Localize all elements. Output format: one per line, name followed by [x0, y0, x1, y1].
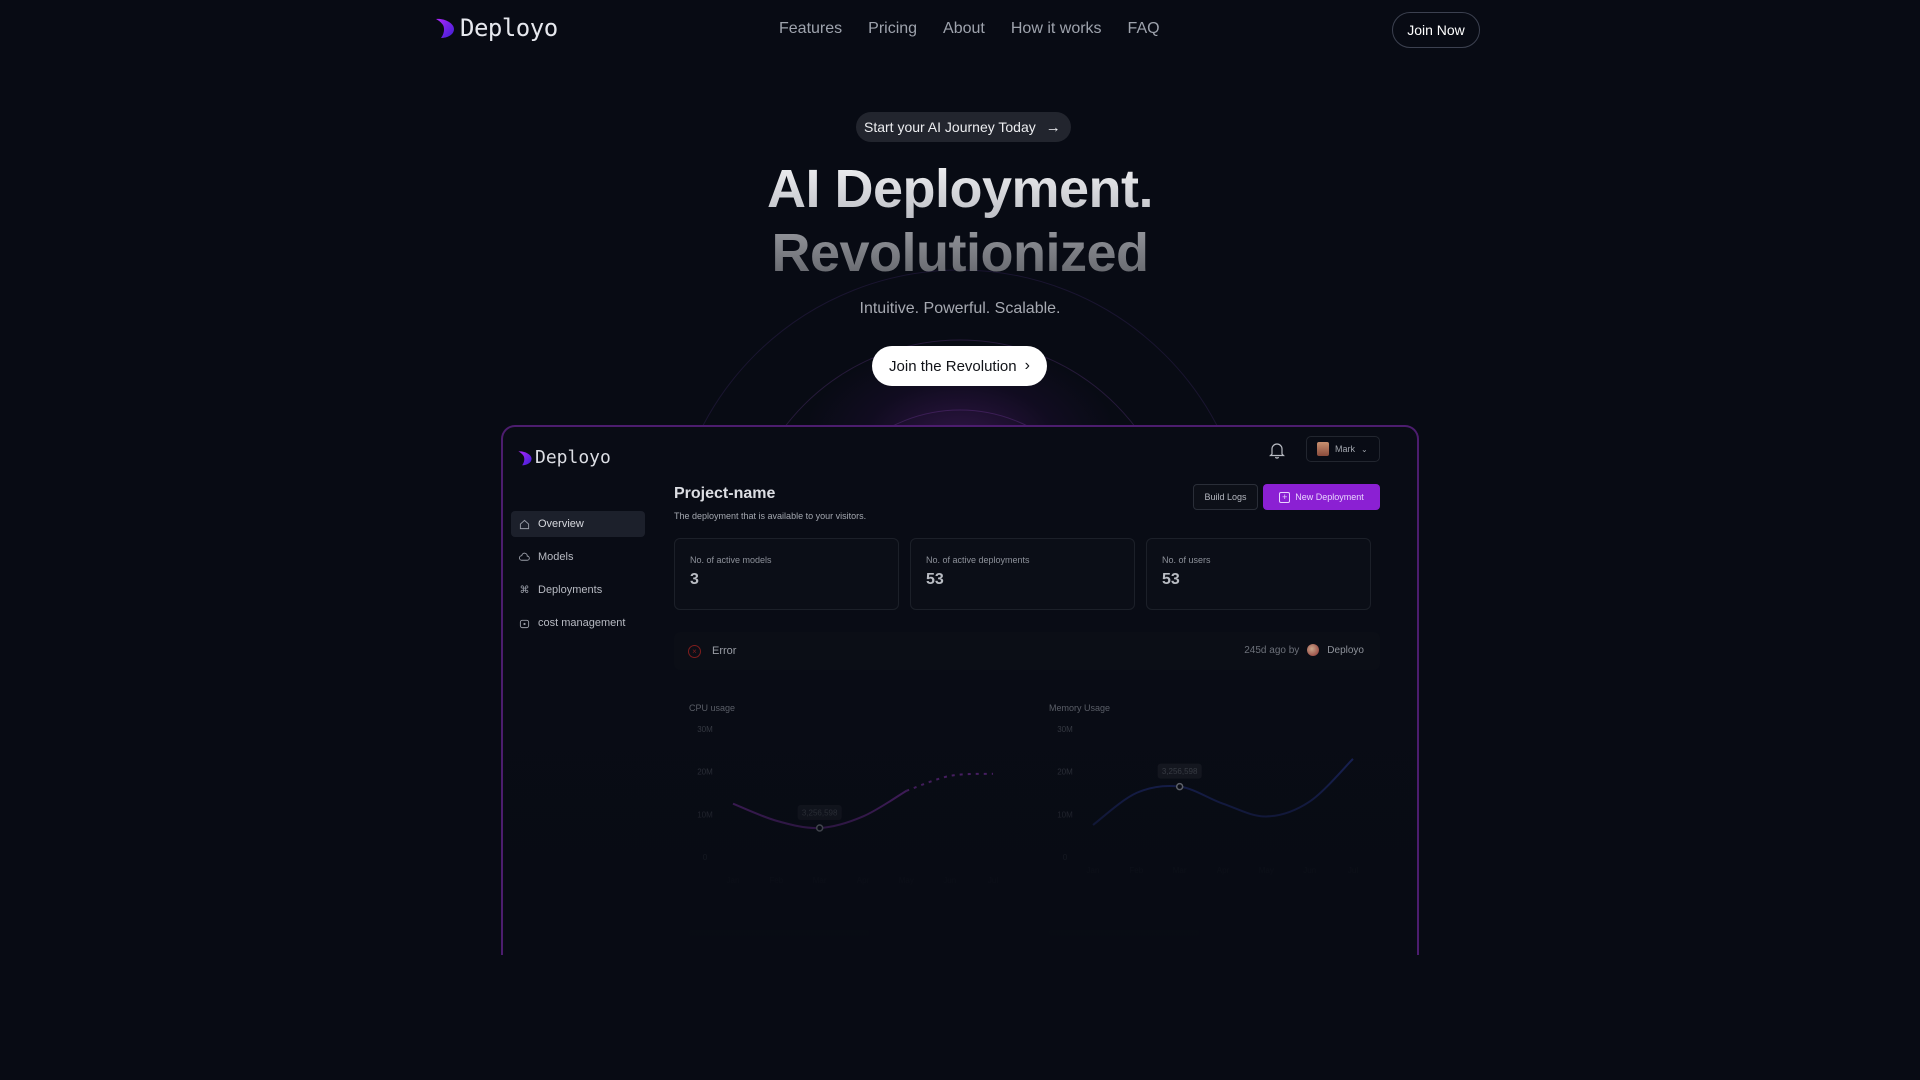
memory-chart-title: Memory Usage [1049, 703, 1111, 713]
y-tick-label: 30M [697, 725, 713, 734]
hero-tagline: Intuitive. Powerful. Scalable. [859, 300, 1061, 317]
x-tick-label: Jan [1087, 866, 1100, 875]
stat-value: 3 [690, 571, 699, 588]
sidebar-item-deployments[interactable]: ⌘ Deployments [511, 577, 645, 603]
join-revolution-label: Join the Revolution [889, 357, 1017, 375]
hero-title-line2: Revolutionized [0, 222, 1920, 284]
project-subtitle: The deployment that is available to your… [674, 511, 867, 521]
deployment-status-row[interactable]: × Error 245d ago by Deployo [674, 632, 1380, 670]
nav-link-features[interactable]: Features [779, 20, 842, 38]
command-icon: ⌘ [519, 584, 530, 596]
stat-card-users: No. of users 53 [1146, 538, 1371, 610]
sidebar-item-overview[interactable]: Overview [511, 511, 645, 537]
nav-links: Features Pricing About How it works FAQ [779, 20, 1160, 38]
memory-chart-footnote [1049, 930, 1199, 936]
y-tick-label: 20M [697, 768, 713, 777]
dashboard-preview: Deployo Overview Models ⌘ Deployments co… [501, 425, 1419, 955]
user-menu[interactable]: Mark ⌄ [1306, 436, 1380, 462]
dashboard-sidebar: Overview Models ⌘ Deployments cost manag… [511, 511, 645, 643]
stat-card-active-models: No. of active models 3 [674, 538, 899, 610]
y-tick-label: 0 [703, 853, 708, 862]
sidebar-item-label: Models [538, 551, 574, 563]
stat-value: 53 [1162, 571, 1180, 588]
build-logs-button[interactable]: Build Logs [1193, 484, 1258, 510]
x-tick-label: Apr [857, 876, 870, 885]
user-name: Mark [1335, 444, 1355, 454]
stat-label: No. of active deployments [926, 555, 1030, 565]
x-tick-label: Jul [1348, 866, 1358, 875]
chevron-right-icon: › [1024, 357, 1030, 374]
hero-title-line1: AI Deployment. [0, 158, 1920, 220]
dashboard-brand-name: Deployo [535, 447, 611, 468]
join-now-button[interactable]: Join Now [1392, 12, 1480, 48]
status-meta: 245d ago by Deployo [1244, 644, 1364, 656]
sidebar-item-cost-management[interactable]: cost management [511, 610, 645, 636]
arrow-right-icon: → [1045, 118, 1061, 136]
status-author: Deployo [1327, 644, 1364, 656]
x-tick-label: Mar [1173, 866, 1187, 875]
x-tick-label: Jun [1303, 866, 1316, 875]
nav-link-about[interactable]: About [943, 20, 985, 38]
y-tick-label: 30M [1057, 725, 1073, 734]
y-tick-label: 0 [1063, 853, 1068, 862]
status-time: 245d ago by [1244, 644, 1300, 656]
stats-row: No. of active models 3 No. of active dep… [674, 538, 1371, 610]
x-tick-label: Jul [988, 876, 998, 885]
sidebar-item-label: Overview [538, 518, 584, 530]
brand[interactable]: Deployo [434, 14, 558, 42]
y-tick-label: 20M [1057, 768, 1073, 777]
stat-label: No. of users [1162, 555, 1211, 565]
y-tick-label: 10M [697, 810, 713, 819]
journey-badge-label: Start your AI Journey Today [864, 119, 1036, 135]
tooltip-marker [1175, 782, 1184, 791]
deployo-logo-icon [436, 18, 454, 38]
error-icon: × [688, 645, 701, 658]
series-line-projected [906, 772, 994, 792]
home-icon [519, 519, 530, 529]
deployo-logo-icon [518, 450, 532, 465]
x-tick-label: May [1259, 866, 1274, 875]
cloud-icon [519, 552, 530, 561]
bell-icon[interactable] [1269, 441, 1285, 459]
tooltip-label: 3,256,598 [802, 808, 838, 817]
nav-link-pricing[interactable]: Pricing [868, 20, 917, 38]
dashboard-brand[interactable]: Deployo [517, 447, 611, 468]
memory-usage-chart: 0 10M 20M 30M Jan Feb Mar Apr May Jun Jul 3,256,598 [1057, 725, 1358, 875]
author-avatar [1307, 644, 1320, 656]
x-tick-label: Apr [1217, 866, 1230, 875]
wallet-icon [519, 619, 530, 628]
journey-badge[interactable]: Start your AI Journey Today → [856, 112, 1071, 142]
new-deployment-label: New Deployment [1295, 492, 1364, 502]
join-revolution-button[interactable]: Join the Revolution › [872, 346, 1047, 386]
nav-link-how-it-works[interactable]: How it works [1011, 20, 1102, 38]
nav-link-faq[interactable]: FAQ [1128, 20, 1160, 38]
sidebar-item-label: cost management [538, 617, 626, 629]
sidebar-item-models[interactable]: Models [511, 544, 645, 570]
project-title: Project-name [674, 485, 776, 502]
stat-value: 53 [926, 571, 944, 588]
new-deployment-button[interactable]: + New Deployment [1263, 484, 1380, 510]
avatar [1317, 442, 1329, 456]
x-tick-label: Jan [727, 876, 740, 885]
series-line [1092, 758, 1354, 826]
status-label: Error [712, 645, 737, 657]
tooltip-label: 3,256,598 [1162, 767, 1198, 776]
tooltip-marker [815, 824, 824, 832]
x-tick-label: Jun [943, 876, 956, 885]
plus-square-icon: + [1279, 491, 1291, 503]
cpu-chart-title: CPU usage [689, 703, 736, 713]
x-tick-label: May [899, 876, 914, 885]
x-tick-label: Mar [813, 876, 827, 885]
sidebar-item-label: Deployments [538, 584, 603, 596]
brand-name: Deployo [460, 14, 558, 42]
x-tick-label: Feb [1129, 866, 1143, 875]
cpu-usage-chart: 0 10M 20M 30M Jan Feb Mar Apr May Jun Jul 3,256,598 [697, 725, 998, 885]
top-nav: Deployo Features Pricing About How it wo… [0, 0, 1920, 60]
x-tick-label: Feb [769, 876, 783, 885]
y-tick-label: 10M [1057, 810, 1073, 819]
cpu-chart-footnote [689, 930, 869, 936]
stat-card-active-deployments: No. of active deployments 53 [910, 538, 1135, 610]
chevron-down-icon: ⌄ [1361, 444, 1368, 454]
stat-label: No. of active models [690, 555, 772, 565]
